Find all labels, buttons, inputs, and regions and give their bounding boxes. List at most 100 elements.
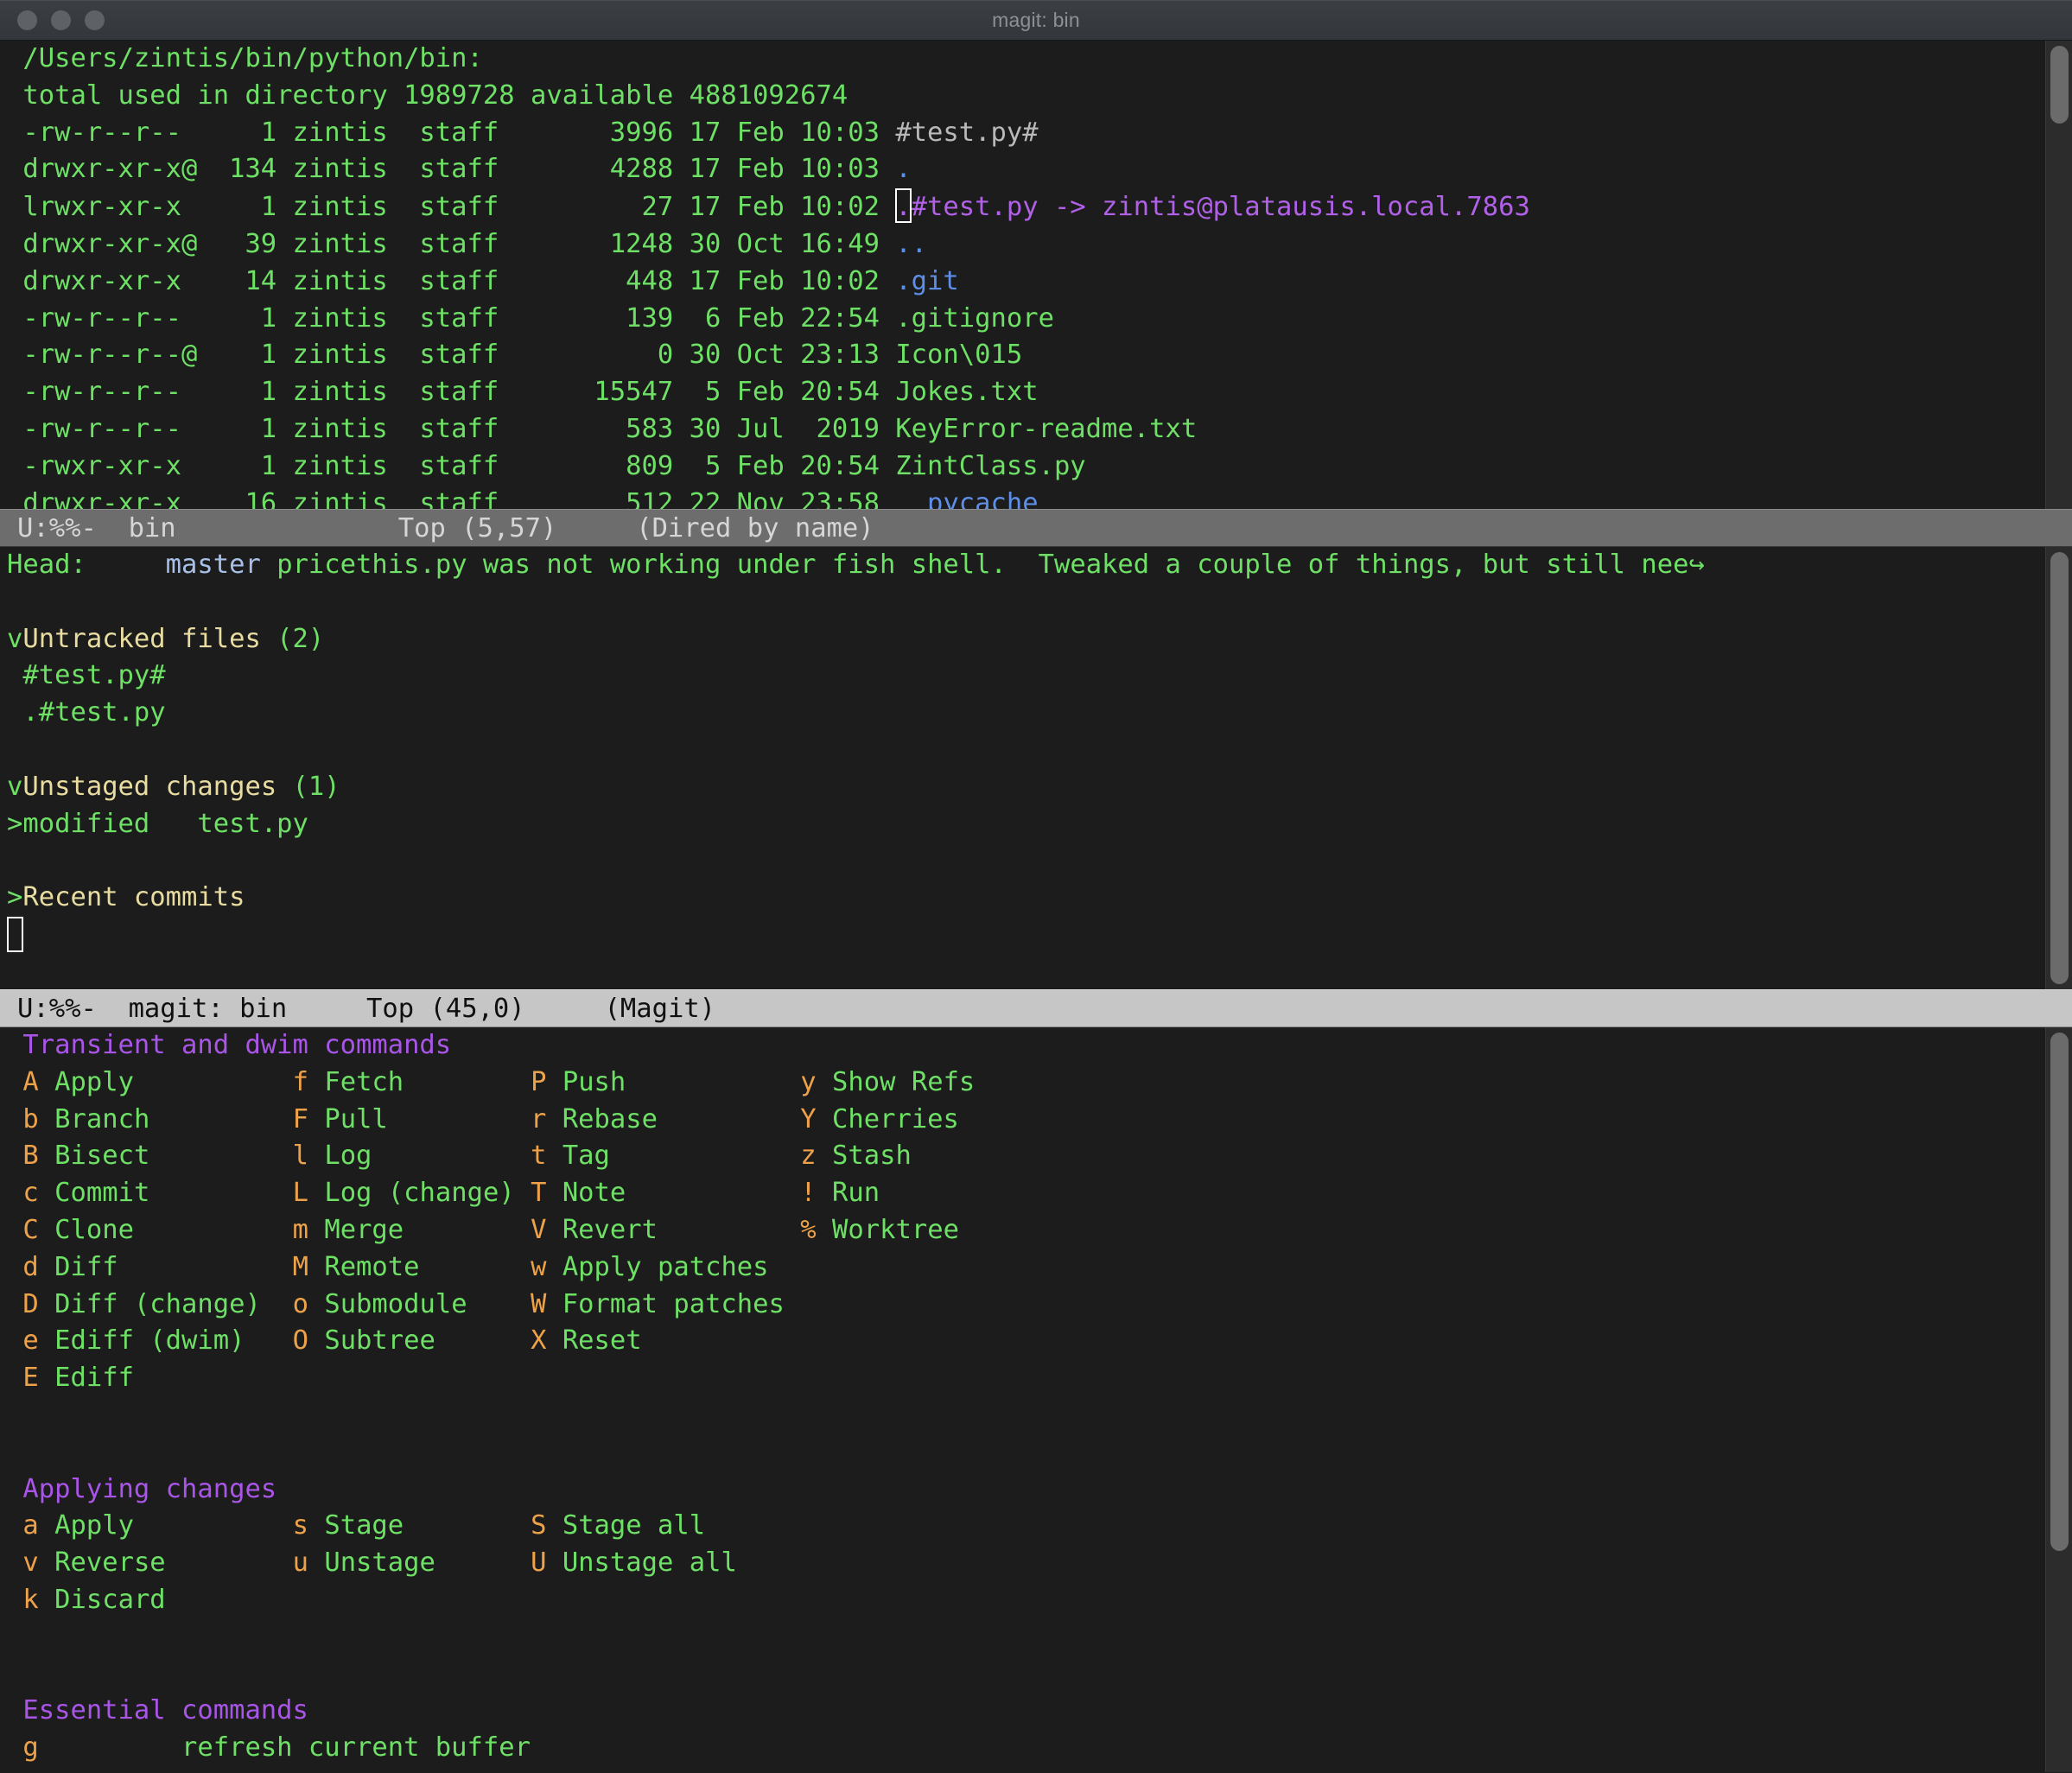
transient-command-label[interactable]: Show Refs (832, 1067, 975, 1097)
transient-key[interactable]: w (531, 1252, 546, 1282)
dired-entry-row[interactable]: drwxr-xr-x@ 39 zintis staff 1248 30 Oct … (7, 226, 2072, 264)
transient-command-label[interactable]: Fetch (324, 1067, 404, 1097)
transient-command-label[interactable]: Apply (54, 1067, 134, 1097)
transient-command-label[interactable]: Commit (54, 1178, 149, 1208)
transient-command-label[interactable]: Stage all (562, 1510, 705, 1541)
transient-scrollbar[interactable] (2045, 1027, 2072, 1772)
transient-command-label[interactable]: Diff (54, 1252, 118, 1282)
dired-entry-row[interactable]: -rw-r--r-- 1 zintis staff 583 30 Jul 201… (7, 411, 2072, 448)
transient-key[interactable]: Y (800, 1104, 816, 1134)
transient-key[interactable]: M (293, 1252, 308, 1282)
magit-section-header[interactable]: >Recent commits (7, 880, 2072, 917)
dired-entry-name[interactable]: .. (895, 229, 927, 259)
transient-key[interactable]: S (531, 1510, 546, 1541)
transient-command-label[interactable]: Subtree (324, 1325, 435, 1356)
transient-command-label[interactable]: Merge (324, 1215, 404, 1245)
transient-key[interactable]: W (531, 1289, 546, 1319)
transient-command-label[interactable]: Reset (562, 1325, 642, 1356)
dired-entry-row[interactable]: drwxr-xr-x@ 134 zintis staff 4288 17 Feb… (7, 151, 2072, 188)
transient-key[interactable]: l (293, 1141, 308, 1171)
transient-key[interactable]: A (22, 1067, 38, 1097)
transient-command-label[interactable]: Pull (324, 1104, 387, 1134)
magit-status-buffer[interactable]: Head: master pricethis.py was not workin… (0, 547, 2072, 989)
minimize-button[interactable] (51, 10, 71, 30)
transient-command-label[interactable]: Diff (change) (54, 1289, 261, 1319)
magit-section-chevron-icon[interactable]: v (7, 624, 22, 654)
transient-key[interactable]: % (800, 1215, 816, 1245)
transient-key[interactable]: a (22, 1510, 38, 1541)
magit-head-branch[interactable]: master (166, 550, 261, 580)
transient-command-label[interactable]: Rebase (562, 1104, 658, 1134)
magit-item-file[interactable]: test.py (149, 809, 308, 839)
dired-entry-name[interactable]: #test.py# (895, 118, 1038, 148)
transient-key[interactable]: r (531, 1104, 546, 1134)
transient-key[interactable]: ! (800, 1178, 816, 1208)
dired-entry-name[interactable]: Icon\015 (895, 340, 1022, 370)
transient-key[interactable]: L (293, 1178, 308, 1208)
magit-scrollbar-thumb[interactable] (2050, 552, 2069, 984)
dired-entry-row[interactable]: lrwxr-xr-x 1 zintis staff 27 17 Feb 10:0… (7, 188, 2072, 226)
dired-entry-name[interactable]: .gitignore (895, 303, 1054, 334)
transient-command-label[interactable]: Ediff (54, 1363, 134, 1393)
transient-command-label[interactable]: Format patches (562, 1289, 785, 1319)
magit-section-chevron-icon[interactable]: v (7, 772, 22, 802)
transient-key[interactable]: t (531, 1141, 546, 1171)
dired-entry-name[interactable]: . (895, 154, 911, 184)
dired-scrollbar-thumb[interactable] (2050, 46, 2069, 124)
transient-key[interactable]: C (22, 1215, 38, 1245)
dired-entry-row[interactable]: -rw-r--r--@ 1 zintis staff 0 30 Oct 23:1… (7, 337, 2072, 374)
transient-key[interactable]: f (293, 1067, 308, 1097)
transient-key[interactable]: c (22, 1178, 38, 1208)
transient-key[interactable]: V (531, 1215, 546, 1245)
dired-entry-row[interactable]: drwxr-xr-x 14 zintis staff 448 17 Feb 10… (7, 264, 2072, 301)
transient-key[interactable]: y (800, 1067, 816, 1097)
transient-help-buffer[interactable]: Transient and dwim commands A Apply f Fe… (0, 1027, 2072, 1772)
transient-key[interactable]: v (22, 1547, 38, 1578)
transient-key[interactable]: s (293, 1510, 308, 1541)
dired-entry-name[interactable]: KeyError-readme.txt (895, 414, 1197, 444)
dired-buffer[interactable]: /Users/zintis/bin/python/bin: total used… (0, 41, 2072, 509)
dired-entry-row[interactable]: -rw-r--r-- 1 zintis staff 3996 17 Feb 10… (7, 115, 2072, 152)
transient-command-label[interactable]: toggle section at point (181, 1770, 546, 1772)
dired-scrollbar[interactable] (2045, 41, 2072, 509)
transient-command-label[interactable]: Note (562, 1178, 626, 1208)
transient-key[interactable]: F (293, 1104, 308, 1134)
transient-command-label[interactable]: Branch (54, 1104, 149, 1134)
transient-key[interactable]: D (22, 1289, 38, 1319)
magit-section-item[interactable]: #test.py# (7, 658, 2072, 695)
transient-key[interactable]: X (531, 1325, 546, 1356)
transient-command-label[interactable]: Clone (54, 1215, 134, 1245)
transient-command-label[interactable]: Reverse (54, 1547, 166, 1578)
transient-key[interactable]: d (22, 1252, 38, 1282)
transient-command-label[interactable]: Apply (54, 1510, 134, 1541)
transient-key[interactable]: O (293, 1325, 308, 1356)
dired-entry-name[interactable]: ZintClass.py (895, 451, 1085, 481)
transient-command-label[interactable]: Ediff (dwim) (54, 1325, 245, 1356)
transient-key[interactable]: o (293, 1289, 308, 1319)
transient-command-label[interactable]: Submodule (324, 1289, 467, 1319)
zoom-button[interactable] (85, 10, 105, 30)
transient-command-label[interactable]: Cherries (832, 1104, 959, 1134)
dired-entry-name[interactable]: .#test.py (895, 192, 1038, 222)
transient-key[interactable]: m (293, 1215, 308, 1245)
magit-section-item[interactable]: >modified test.py (7, 806, 2072, 843)
transient-command-label[interactable]: Push (562, 1067, 626, 1097)
dired-entry-row[interactable]: -rw-r--r-- 1 zintis staff 15547 5 Feb 20… (7, 374, 2072, 411)
dired-entry-name[interactable]: __pycache__ (895, 488, 1070, 509)
transient-command-label[interactable]: Discard (54, 1585, 166, 1615)
transient-key[interactable]: z (800, 1141, 816, 1171)
dired-entry-row[interactable]: -rwxr-xr-x 1 zintis staff 809 5 Feb 20:5… (7, 448, 2072, 486)
magit-section-header[interactable]: vUnstaged changes (1) (7, 769, 2072, 806)
transient-key[interactable]: g (7, 1732, 38, 1763)
magit-scrollbar[interactable] (2045, 547, 2072, 989)
transient-command-label[interactable]: refresh current buffer (181, 1732, 531, 1763)
transient-scrollbar-thumb[interactable] (2050, 1033, 2069, 1551)
transient-command-label[interactable]: Tag (562, 1141, 610, 1171)
transient-command-label[interactable]: Stage (324, 1510, 404, 1541)
transient-command-label[interactable]: Log (324, 1141, 372, 1171)
transient-key[interactable]: B (22, 1141, 38, 1171)
magit-section-header[interactable]: vUntracked files (2) (7, 621, 2072, 658)
close-button[interactable] (17, 10, 37, 30)
transient-command-label[interactable]: Worktree (832, 1215, 959, 1245)
dired-entry-row[interactable]: -rw-r--r-- 1 zintis staff 139 6 Feb 22:5… (7, 301, 2072, 338)
